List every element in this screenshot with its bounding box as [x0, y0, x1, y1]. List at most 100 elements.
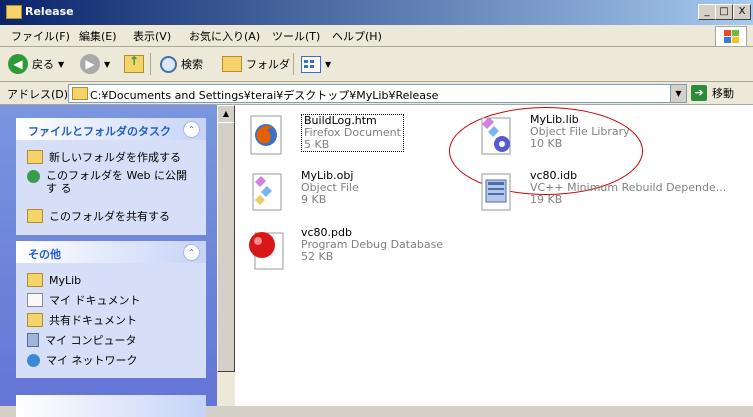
- file-meta: vc80.idb VC++ Minimum Rebuild Depende...…: [530, 170, 726, 206]
- menu-favorites[interactable]: お気に入り(A): [189, 28, 260, 44]
- dropdown-arrow-icon[interactable]: ▼: [104, 60, 110, 69]
- menu-help[interactable]: ヘルプ(H): [332, 28, 382, 44]
- file-size: 5 KB: [304, 138, 330, 151]
- toolbar-separator: [150, 53, 151, 75]
- file-item[interactable]: vc80.pdb Program Debug Database 52 KB: [245, 227, 445, 271]
- file-item[interactable]: MyLib.obj Object File 9 KB: [245, 170, 395, 214]
- documents-icon: [27, 293, 43, 307]
- menu-file[interactable]: ファイル(F): [11, 28, 70, 44]
- panel-header[interactable]: ファイルとフォルダのタスク ⌃: [16, 118, 206, 140]
- firefox-icon: [250, 115, 282, 155]
- toolbar: ◀ 戻る ▼ ▶ ▼ ↑ 検索 フォルダ ▼: [0, 47, 753, 82]
- place-label: 共有ドキュメント: [49, 314, 137, 327]
- file-list-pane: BuildLog.htm Firefox Document 5 KB MyLib…: [235, 105, 753, 406]
- place-label: マイ コンピュータ: [45, 334, 137, 347]
- place-my-computer[interactable]: マイ コンピュータ: [27, 332, 137, 348]
- folders-label: フォルダ: [246, 58, 290, 71]
- place-mylib[interactable]: MyLib: [27, 272, 81, 288]
- file-size: 19 KB: [530, 193, 563, 206]
- search-button[interactable]: 検索: [160, 52, 203, 76]
- file-meta: MyLib.obj Object File 9 KB: [301, 170, 359, 206]
- library-icon: [481, 117, 511, 155]
- object-file-icon: [252, 173, 282, 211]
- address-bar: アドレス(D) C:¥Documents and Settings¥terai¥…: [0, 82, 753, 105]
- file-meta: vc80.pdb Program Debug Database 52 KB: [301, 227, 443, 263]
- file-size: 9 KB: [301, 193, 327, 206]
- address-dropdown-button[interactable]: ▼: [670, 85, 686, 102]
- views-icon: [301, 55, 321, 73]
- menu-bar: ファイル(F) 編集(E) 表示(V) お気に入り(A) ツール(T) ヘルプ(…: [0, 25, 753, 47]
- file-meta: MyLib.lib Object File Library 10 KB: [530, 114, 630, 150]
- toolbar-separator: [293, 53, 294, 75]
- menu-edit[interactable]: 編集(E): [79, 28, 117, 44]
- collapse-chevron-icon[interactable]: ⌃: [183, 244, 200, 261]
- task-publish-web[interactable]: このフォルダを Web に公開す る: [27, 169, 196, 199]
- window-title: Release: [25, 5, 74, 18]
- menu-view[interactable]: 表示(V): [133, 28, 171, 44]
- folder-icon: [27, 273, 43, 287]
- task-pane: ファイルとフォルダのタスク ⌃ 新しいフォルダを作成する このフォルダを Web…: [0, 105, 234, 417]
- windows-logo-icon: [715, 26, 747, 47]
- close-button[interactable]: X: [733, 4, 751, 20]
- back-label: 戻る: [32, 58, 54, 71]
- task-label: このフォルダを共有する: [49, 210, 170, 223]
- panel-header[interactable]: [16, 395, 206, 417]
- file-item[interactable]: MyLib.lib Object File Library 10 KB: [449, 107, 674, 195]
- file-meta: BuildLog.htm Firefox Document 5 KB: [301, 114, 404, 152]
- maximize-button[interactable]: □: [715, 4, 733, 20]
- menu-tools[interactable]: ツール(T): [272, 28, 320, 44]
- task-label: このフォルダを Web に公開す る: [46, 169, 187, 195]
- dropdown-arrow-icon[interactable]: ▼: [58, 60, 64, 69]
- file-size: 52 KB: [301, 250, 334, 263]
- folder-icon: [27, 313, 43, 327]
- address-label: アドレス(D): [7, 88, 69, 101]
- views-button[interactable]: ▼: [301, 52, 331, 76]
- network-icon: [27, 353, 40, 367]
- file-item[interactable]: BuildLog.htm Firefox Document 5 KB: [245, 114, 404, 158]
- panel-title: ファイルとフォルダのタスク: [28, 125, 171, 138]
- folder-icon: [72, 87, 88, 100]
- place-shared-documents[interactable]: 共有ドキュメント: [27, 312, 137, 328]
- file-item[interactable]: vc80.idb VC++ Minimum Rebuild Depende...…: [474, 170, 744, 214]
- computer-icon: [27, 333, 39, 347]
- other-places-panel: その他 ⌃ MyLib マイ ドキュメント 共有ドキュメント マイ コンピュータ: [16, 241, 206, 378]
- place-my-documents[interactable]: マイ ドキュメント: [27, 292, 141, 308]
- search-label: 検索: [181, 58, 203, 71]
- search-icon: [160, 55, 177, 73]
- address-value[interactable]: C:¥Documents and Settings¥terai¥デスクトップ¥M…: [90, 87, 438, 103]
- new-folder-icon: [27, 150, 43, 164]
- idb-icon: [481, 173, 511, 211]
- task-pane-scrollbar[interactable]: ▲: [217, 105, 235, 406]
- forward-button[interactable]: ▶ ▼: [80, 52, 110, 76]
- pdb-icon: [249, 232, 284, 270]
- go-button[interactable]: ➔ 移動: [691, 84, 734, 102]
- up-folder-icon: ↑: [124, 54, 144, 73]
- folders-icon: [222, 56, 242, 72]
- title-bar[interactable]: Release _ □ X: [0, 0, 753, 25]
- back-arrow-icon: ◀: [8, 54, 28, 74]
- go-label: 移動: [712, 87, 734, 100]
- collapse-chevron-icon[interactable]: ⌃: [183, 121, 200, 138]
- place-label: マイ ドキュメント: [49, 294, 141, 307]
- place-my-network[interactable]: マイ ネットワーク: [27, 352, 138, 368]
- address-input[interactable]: C:¥Documents and Settings¥terai¥デスクトップ¥M…: [68, 84, 687, 103]
- place-label: マイ ネットワーク: [46, 354, 138, 367]
- details-panel: [16, 395, 206, 417]
- scroll-thumb[interactable]: [217, 122, 235, 372]
- minimize-button[interactable]: _: [698, 4, 716, 20]
- task-new-folder[interactable]: 新しいフォルダを作成する: [27, 149, 181, 165]
- place-label: MyLib: [49, 273, 82, 287]
- back-button[interactable]: ◀ 戻る ▼: [8, 52, 64, 76]
- dropdown-arrow-icon[interactable]: ▼: [325, 60, 331, 69]
- globe-icon: [27, 170, 40, 183]
- panel-title: その他: [28, 248, 61, 261]
- share-folder-icon: [27, 209, 43, 223]
- go-arrow-icon: ➔: [691, 85, 707, 101]
- up-folder-button[interactable]: ↑: [124, 52, 144, 76]
- file-folder-tasks-panel: ファイルとフォルダのタスク ⌃ 新しいフォルダを作成する このフォルダを Web…: [16, 118, 206, 235]
- explorer-window: Release _ □ X ファイル(F) 編集(E) 表示(V) お気に入り(…: [0, 0, 753, 417]
- panel-header[interactable]: その他 ⌃: [16, 241, 206, 263]
- scroll-up-arrow-icon[interactable]: ▲: [217, 105, 235, 123]
- folders-button[interactable]: フォルダ: [222, 52, 290, 76]
- task-share-folder[interactable]: このフォルダを共有する: [27, 208, 170, 224]
